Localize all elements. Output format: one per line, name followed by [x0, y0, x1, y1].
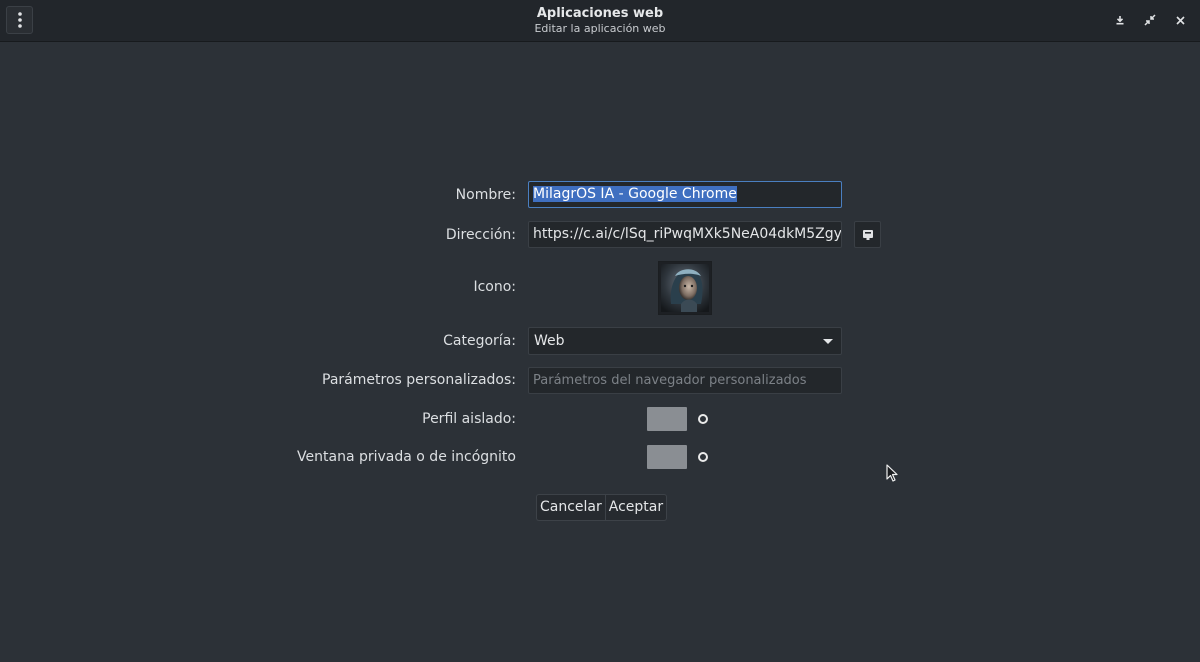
mouse-pointer-icon	[886, 464, 898, 488]
app-icon-image	[661, 264, 709, 312]
address-field-value: https://c.ai/c/lSq_riPwqMXk5NeA04dkM5Zgy…	[533, 226, 842, 242]
window-subtitle: Editar la aplicación web	[534, 22, 666, 35]
custom-params-placeholder: Parámetros del navegador personalizados	[533, 373, 807, 388]
custom-params-field[interactable]: Parámetros del navegador personalizados	[528, 367, 842, 394]
minimize-icon	[1116, 16, 1124, 25]
category-selected-value: Web	[534, 333, 565, 349]
switch-off-indicator-icon	[698, 452, 708, 462]
category-dropdown[interactable]: Web	[528, 327, 842, 355]
window-title: Aplicaciones web	[536, 6, 664, 21]
name-field-value: MilagrOS IA - Google Chrome	[533, 186, 737, 202]
address-field[interactable]: https://c.ai/c/lSq_riPwqMXk5NeA04dkM5Zgy…	[528, 221, 842, 248]
category-label: Categoría:	[443, 333, 516, 349]
dialog-actions: Cancelar Aceptar	[536, 494, 668, 521]
web-app-editor-window: Aplicaciones web Editar la aplicación we…	[0, 0, 1200, 662]
switch-off-indicator-icon	[698, 414, 708, 424]
name-field[interactable]: MilagrOS IA - Google Chrome	[528, 181, 842, 208]
fetch-url-info-button[interactable]	[854, 221, 881, 248]
custom-params-label: Parámetros personalizados:	[322, 372, 516, 388]
cancel-button[interactable]: Cancelar	[536, 494, 605, 521]
icon-label: Icono:	[473, 279, 516, 295]
private-window-label: Ventana privada o de incógnito	[297, 449, 516, 465]
chevron-down-icon	[823, 339, 833, 344]
restore-icon	[1144, 14, 1156, 26]
app-icon-button[interactable]	[658, 261, 712, 315]
switch-track	[647, 407, 687, 431]
close-button[interactable]	[1172, 12, 1188, 28]
isolated-profile-switch[interactable]	[647, 407, 723, 431]
address-label: Dirección:	[445, 227, 516, 243]
name-label: Nombre:	[455, 187, 516, 203]
header-titles: Aplicaciones web Editar la aplicación we…	[0, 6, 1200, 36]
close-icon	[1175, 15, 1185, 25]
minimize-button[interactable]	[1112, 12, 1128, 28]
switch-track	[647, 445, 687, 469]
accept-button[interactable]: Aceptar	[604, 494, 668, 521]
restore-button[interactable]	[1142, 12, 1158, 28]
private-window-switch[interactable]	[647, 445, 723, 469]
download-favicon-icon	[862, 229, 873, 240]
isolated-profile-label: Perfil aislado:	[422, 411, 516, 427]
header-bar: Aplicaciones web Editar la aplicación we…	[0, 0, 1200, 42]
